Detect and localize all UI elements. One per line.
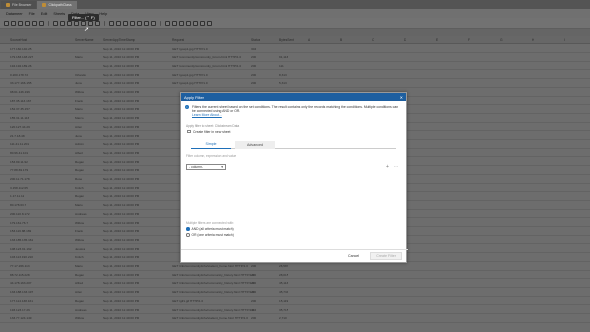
radio-and[interactable]: AND (all criteria must match) [186,227,234,231]
connector-label: Multiple filters are connected with: [186,221,235,225]
dialog-title: Apply Filter [184,94,205,100]
new-sheet-option[interactable]: Create filter in new sheet [187,129,403,134]
tab-simple[interactable]: Simple [191,141,231,149]
tab-advanced[interactable]: Advanced [235,140,275,149]
filter-condition-label: Filter column, expression and value [186,153,237,158]
column-select[interactable]: - column- ▾ [186,164,226,170]
radio-dot[interactable] [186,227,190,231]
new-sheet-checkbox[interactable] [187,129,191,134]
info-text: Filters the current sheet based on the s… [192,105,399,114]
radio-or-label: OR (one criteria must match) [191,233,234,237]
radio-and-label: AND (all criteria must match) [191,227,234,231]
dialog-title-bar: Apply Filter ✕ [181,93,406,101]
learn-more-link[interactable]: Learn More About... [192,113,222,117]
filter-tooltip: Filter... (⌃ F) [68,14,99,21]
chevron-down-icon: ▾ [221,165,223,169]
app-window: File Browser ClickpathClass Datameer File… [0,0,590,332]
apply-filter-dialog: Apply Filter ✕ i Filters the current she… [180,92,408,263]
column-select-value: - column- [189,165,204,169]
create-filter-button[interactable]: Create Filter [370,252,402,260]
radio-or[interactable]: OR (one criteria must match) [186,233,234,237]
apply-to-sheet-label: Apply filter to sheet: Clickstream Data [186,123,240,128]
dialog-footer: Cancel Create Filter [181,249,408,262]
plus-icon[interactable]: + [386,164,389,170]
mouse-cursor-icon: ➚ [84,27,90,33]
close-icon[interactable]: ✕ [400,95,403,100]
filter-mode-tabs: Simple Advanced [191,140,396,149]
cancel-button[interactable]: Cancel [343,253,364,259]
radio-dot[interactable] [186,233,190,237]
info-icon: i [185,105,189,109]
info-box: i Filters the current sheet based on the… [184,103,403,120]
ellipsis-icon[interactable]: ⋯ [394,164,398,169]
new-sheet-label: Create filter in new sheet [193,129,231,134]
